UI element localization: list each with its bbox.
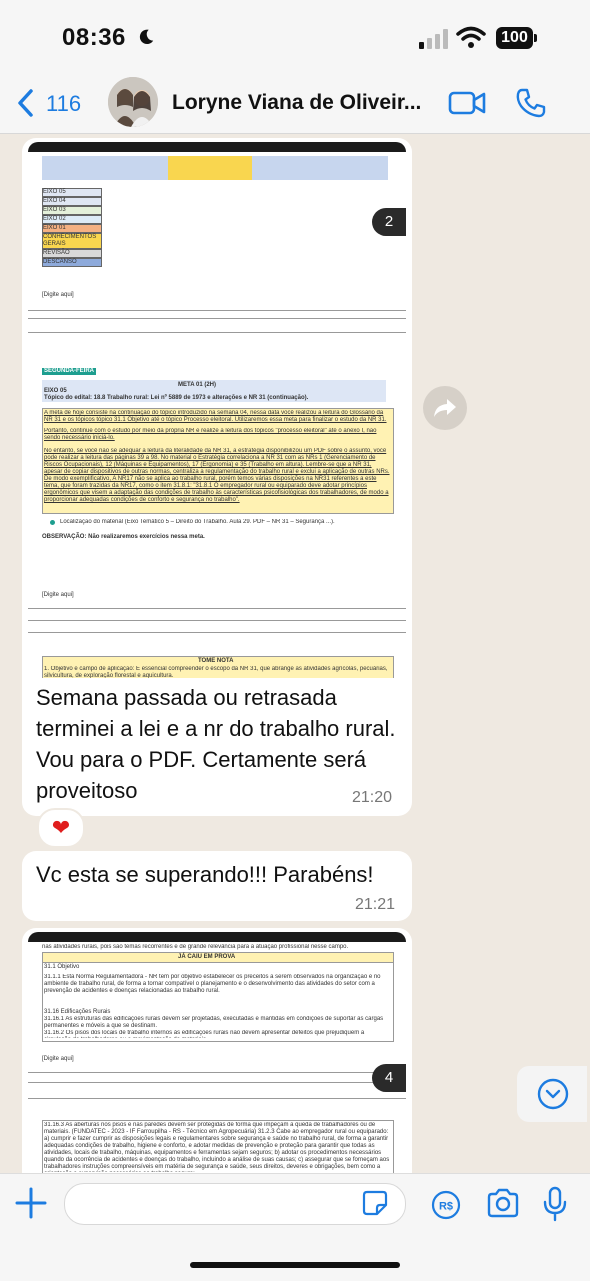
wifi-icon [456,26,486,48]
legend-item: EIXO 02 [42,215,102,224]
plus-icon[interactable] [14,1186,48,1220]
cellular-signal-icon [419,29,448,49]
battery-cap [534,34,537,42]
sticker-icon[interactable] [362,1190,388,1216]
doc-divider [28,608,406,609]
document-image[interactable]: EIXO 05 EIXO 04 EIXO 03 EIXO 02 EIXO 01 … [28,142,406,678]
message-input[interactable] [64,1183,406,1225]
doc-divider [28,1072,406,1073]
doc-paragraph: No entanto, se você não se adequar a lei… [44,448,390,503]
doc-paragraph: Portanto, continue com o estudo por meio… [44,428,377,441]
doc-observacao: OBSERVAÇÃO: Não realizaremos exercícios … [42,534,205,540]
doc-legend: EIXO 05 EIXO 04 EIXO 03 EIXO 02 EIXO 01 … [42,188,102,267]
doc-placeholder: [Digite aqui] [42,592,74,598]
doc-divider [28,632,406,633]
doc-item: 31.1 Objetivo [44,964,80,970]
camera-icon[interactable] [486,1188,520,1218]
document-image[interactable]: nas atividades rurais, pois são temas re… [28,932,406,1173]
doc-item: 31.16.1 As estruturas das edificações ru… [44,1016,384,1029]
page-number-badge: 2 [372,208,406,236]
doc-divider [28,1098,406,1099]
doc-placeholder: [Digite aqui] [42,1056,74,1062]
microphone-icon[interactable] [542,1186,568,1222]
back-unread-count[interactable]: 116 [46,91,81,117]
legend-item: REVISÃO [42,249,102,258]
chevron-down-circle-icon [537,1078,569,1110]
doc-item: 31.16.2 Os pisos dos locais de trabalho … [44,1030,365,1038]
status-time: 08:36 [62,24,126,51]
contact-avatar[interactable] [108,77,158,127]
message-text: Semana passada ou retrasada terminei a l… [36,685,396,803]
chat-header: 116 Loryne Viana de Oliveir... [0,77,590,134]
legend-item: EIXO 05 [42,188,102,197]
doc-topic: Tópico do edital: 18.8 Trabalho rural: L… [44,395,309,401]
doc-divider [28,1082,406,1083]
doc-divider [28,310,406,311]
message-bubble-incoming[interactable]: Vc esta se superando!!! Parabéns! 21:21 [22,851,412,921]
doc-divider [28,620,406,621]
doc-ja-caiu: JÁ CAIU EM PROVA [178,954,236,960]
page-number-badge: 4 [372,1064,406,1092]
avatar-photo-icon [108,77,158,127]
message-bubble-incoming[interactable]: nas atividades rurais, pois são temas re… [22,928,412,1173]
message-text: Vc esta se superando!!! Parabéns! [36,862,374,887]
doc-material: Localização do material (Eixo Temático 5… [60,519,335,525]
doc-day-label: SEGUNDA-FEIRA [42,368,97,375]
message-time: 21:21 [355,896,396,913]
svg-text:R$: R$ [439,1201,453,1213]
scroll-to-bottom-button[interactable] [517,1066,587,1122]
back-chevron-icon[interactable] [14,88,38,118]
doc-item: 31.16 Edificações Rurais [44,1009,111,1015]
battery-level: 100 [496,27,533,49]
legend-item: EIXO 03 [42,206,102,215]
legend-item: EIXO 04 [42,197,102,206]
doc-placeholder: [Digite aqui] [42,292,74,298]
doc-bullet-icon [50,520,55,525]
doc-lower-text: 31.16.3 As aberturas nos pisos e nas par… [44,1122,390,1172]
legend-item: CONHECIMENTOS GERAIS [42,233,102,249]
doc-eixo: EIXO 05 [44,388,67,394]
legend-item: DESCANSO [42,258,102,267]
doc-divider [28,332,406,333]
video-call-icon[interactable] [448,89,486,117]
doc-paragraph: A meta de hoje consiste na continuação d… [44,410,387,423]
doc-divider [28,318,406,319]
battery-indicator: 100 [496,27,538,49]
legend-item: EIXO 01 [42,224,102,233]
doc-intro: nas atividades rurais, pois são temas re… [42,944,349,950]
doc-tome-nota: TOME NOTA [198,658,234,664]
message-bubble-incoming[interactable]: EIXO 05 EIXO 04 EIXO 03 EIXO 02 EIXO 01 … [22,138,412,816]
contact-name[interactable]: Loryne Viana de Oliveir... [172,91,434,115]
heart-reaction[interactable]: ❤ [37,808,85,848]
payment-rs-icon[interactable]: R$ [431,1190,461,1220]
forward-button[interactable] [423,386,467,430]
home-indicator [190,1262,400,1268]
doc-item: 31.1.1 Esta Norma Regulamentadora - NR t… [44,974,381,994]
phone-call-icon[interactable] [515,87,547,119]
forward-arrow-icon [434,399,456,417]
doc-objetivo: 1. Objetivo e campo de aplicação: É esse… [44,666,388,678]
status-bar: 08:36 100 [0,0,590,80]
doc-table-cell-yellow [168,156,252,180]
document-top-bar [28,142,406,152]
moon-icon [139,29,154,45]
document-top-bar [28,932,406,942]
message-time: 21:20 [352,789,393,806]
doc-meta-title: META 01 (2H) [178,382,217,388]
